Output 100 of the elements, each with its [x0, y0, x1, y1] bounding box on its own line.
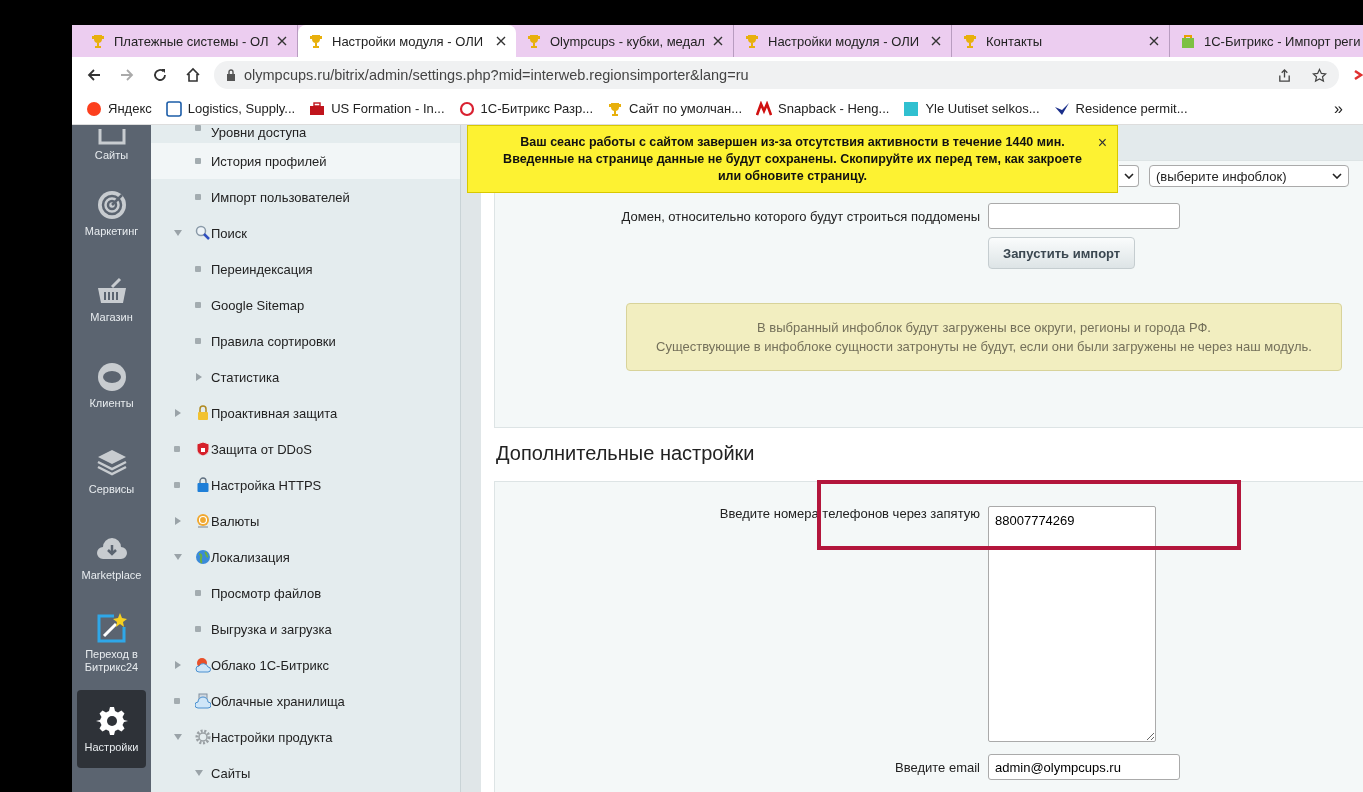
caret-icon — [1332, 173, 1342, 179]
bullet-icon — [195, 158, 201, 164]
info-text: В выбранный инфоблок будут загружены все округи, регионы и города РФ. — [757, 320, 1211, 335]
phones-textarea[interactable]: 88007774269 — [988, 506, 1156, 742]
menu-item[interactable]: Google Sitemap — [151, 287, 460, 323]
bullet-icon — [195, 194, 201, 200]
start-import-button[interactable]: Запустить импорт — [988, 237, 1136, 269]
cloud-icon — [195, 693, 211, 709]
sidebar-item[interactable]: Магазин — [72, 256, 151, 342]
settings-icon — [95, 704, 128, 737]
address-bar[interactable]: olympcups.ru/bitrix/admin/settings.php?mid=interweb.regionsimporter&lang=ru — [214, 61, 1339, 89]
trophy-icon — [308, 33, 324, 49]
circle-logo-icon — [86, 100, 102, 117]
more-bookmarks-button[interactable]: » — [1334, 99, 1343, 118]
bullet-icon — [174, 698, 180, 704]
magnifier-icon — [195, 225, 211, 241]
info-text: Существующие в инфоблоке сущности затронуты не будут, если они были загружены не через наш модуль. — [656, 339, 1312, 354]
lock-icon — [226, 69, 236, 81]
bullet-icon — [195, 266, 201, 272]
menu-item[interactable]: Поиск — [151, 215, 460, 251]
menu-item[interactable]: Проактивная защита — [151, 395, 460, 431]
bookmark[interactable]: Snapback - Heng... — [756, 100, 890, 117]
square-logo-icon — [165, 100, 182, 117]
bookmark[interactable]: US Formation - In... — [309, 100, 445, 117]
bookmark[interactable]: Residence permit... — [1053, 100, 1188, 117]
field-label: Введите email — [894, 759, 980, 775]
bullet-icon — [195, 302, 201, 308]
briefcase-icon — [309, 100, 326, 117]
star-icon[interactable] — [1312, 67, 1327, 83]
zigzag-logo-icon — [756, 100, 773, 117]
menu-item[interactable]: Защита от DDoS — [151, 431, 460, 467]
extension-icon[interactable] — [1353, 67, 1363, 83]
select-field[interactable] — [1119, 165, 1139, 187]
coin-icon — [195, 513, 211, 529]
bookmark[interactable]: 1С-Битрикс Разр... — [458, 100, 594, 117]
home-icon[interactable] — [185, 67, 201, 83]
menu-item[interactable]: История профилей — [151, 143, 460, 179]
menu-item[interactable]: Переиндексация — [151, 251, 460, 287]
close-icon[interactable] — [1149, 36, 1159, 46]
sidebar-item[interactable]: Маркетинг — [72, 170, 151, 256]
close-icon[interactable] — [713, 36, 723, 46]
menu-item[interactable]: Уровни доступа — [151, 125, 460, 143]
gear-icon — [195, 729, 211, 745]
close-icon[interactable] — [277, 36, 287, 46]
sidebar-item[interactable]: Сервисы — [72, 428, 151, 514]
menu-item[interactable]: Настройки продукта — [151, 719, 460, 755]
field-label: Домен, относительно которого будут строиться поддомены — [620, 208, 980, 224]
padlock-icon — [195, 405, 211, 421]
bookmark[interactable]: Яндекс — [86, 100, 152, 117]
bullet-icon — [174, 446, 180, 452]
magic-wand-icon — [95, 612, 128, 644]
trophy-icon — [744, 33, 760, 49]
bookmark[interactable]: Yle Uutiset selkos... — [903, 100, 1040, 117]
padlock-icon — [195, 477, 211, 493]
menu-item[interactable]: Импорт пользователей — [151, 179, 460, 215]
share-icon[interactable] — [1277, 67, 1292, 83]
trophy-icon — [90, 33, 106, 49]
menu-item[interactable]: Локализация — [151, 539, 460, 575]
close-icon[interactable] — [496, 36, 506, 46]
back-arrow-icon[interactable] — [86, 67, 102, 83]
domain-input[interactable] — [988, 203, 1180, 229]
close-icon[interactable] — [931, 36, 941, 46]
sidebar-item[interactable]: Клиенты — [72, 342, 151, 428]
shopping-bag-icon — [1180, 33, 1196, 49]
trophy-icon — [962, 33, 978, 49]
menu-item[interactable]: Валюты — [151, 503, 460, 539]
cloud-icon — [195, 657, 211, 673]
square-logo-icon — [903, 100, 920, 117]
menu-item[interactable]: Статистика — [151, 359, 460, 395]
browser-tab[interactable]: Настройки модуля - ОЛИ — [298, 25, 516, 57]
bullet-icon — [195, 125, 201, 131]
toast-text: Ваш сеанс работы с сайтом завершен из-за отсутствия активности в течение 1440 мин. Введенные на странице данные не будут сохранены. Скопируйте их перед тем, как закроете или обновите страницу. — [502, 133, 1083, 185]
menu-item[interactable]: Правила сортировки — [151, 323, 460, 359]
section-heading: Дополнительные настройки — [496, 442, 756, 466]
sidebar-item[interactable]: Сайты — [72, 125, 151, 170]
sidebar-item[interactable]: Marketplace — [72, 514, 151, 600]
shield-icon — [195, 441, 211, 457]
menu-item[interactable]: Облачные хранилища — [151, 683, 460, 719]
reload-icon[interactable] — [152, 67, 168, 83]
trophy-icon — [526, 33, 542, 49]
menu-item[interactable]: Просмотр файлов — [151, 575, 460, 611]
select-field[interactable]: (выберите инфоблок) — [1149, 165, 1349, 187]
sidebar-item[interactable]: Переход в Битрикс24 — [72, 600, 151, 686]
globe-icon — [195, 549, 211, 565]
bookmark[interactable]: Logistics, Supply... — [165, 100, 296, 117]
bookmark[interactable]: Сайт по умолчан... — [607, 100, 743, 117]
bullet-icon — [195, 590, 201, 596]
trophy-icon — [607, 100, 624, 117]
ring-logo-icon — [458, 100, 475, 117]
menu-item[interactable]: Облако 1С-Битрикс — [151, 647, 460, 683]
menu-item[interactable]: Выгрузка и загрузка — [151, 611, 460, 647]
bullet-icon — [195, 626, 201, 632]
caret-icon — [1124, 173, 1134, 179]
bullet-icon — [174, 482, 180, 488]
close-button[interactable]: × — [1097, 134, 1107, 152]
menu-item[interactable]: Настройка HTTPS — [151, 467, 460, 503]
email-input[interactable]: admin@olympcups.ru — [988, 754, 1180, 780]
bullet-icon — [195, 338, 201, 344]
sidebar-item[interactable]: Настройки — [77, 690, 146, 768]
menu-item[interactable]: Сайты — [151, 755, 460, 791]
